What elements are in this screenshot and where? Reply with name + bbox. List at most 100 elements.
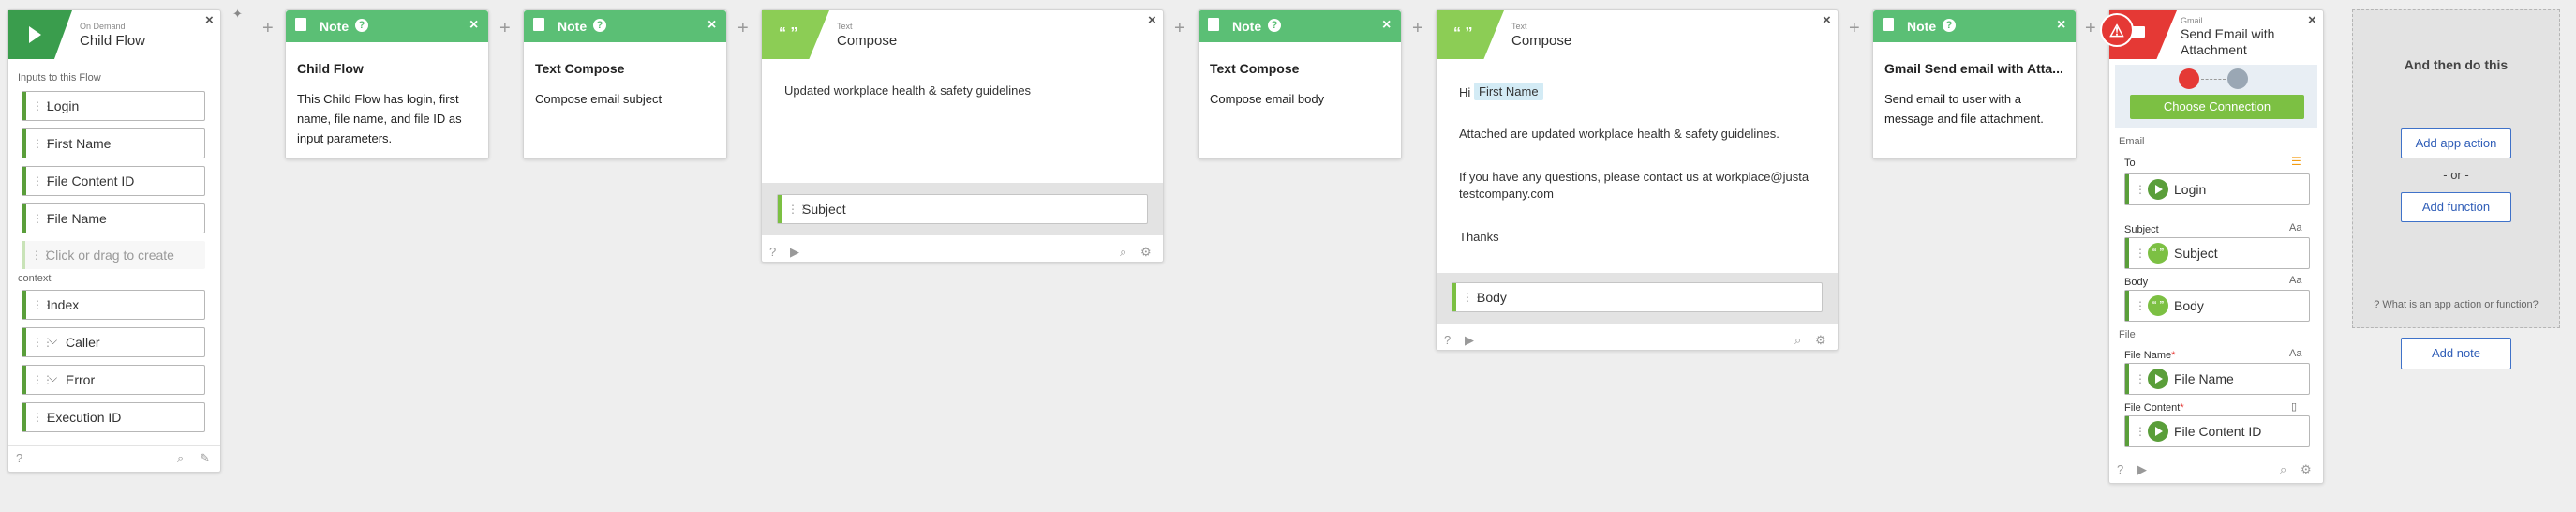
subject-field[interactable]: ⋮⋮ “ ” Subject xyxy=(2124,237,2310,269)
add-app-action-button[interactable]: Add app action xyxy=(2401,128,2511,158)
help-icon[interactable]: ? xyxy=(1268,19,1281,32)
drag-handle-icon[interactable]: ⋮⋮ xyxy=(32,337,53,348)
trigger-card: On Demand Child Flow × Inputs to this Fl… xyxy=(7,9,221,473)
app-name: Gmail xyxy=(2181,16,2203,25)
compose-text[interactable]: Updated workplace health & safety guidel… xyxy=(784,83,1031,98)
close-icon[interactable]: × xyxy=(1823,12,1831,28)
note-icon xyxy=(1883,18,1894,31)
body-field[interactable]: ⋮⋮ “ ” Body xyxy=(2124,290,2310,322)
trigger-token-icon xyxy=(2148,421,2168,442)
file-content-field[interactable]: ⋮⋮ File Content ID xyxy=(2124,415,2310,447)
drag-handle-icon[interactable]: ⋮⋮ xyxy=(32,412,53,423)
play-icon[interactable]: ▶ xyxy=(1465,333,1474,348)
drag-handle-icon[interactable]: ⋮⋮ xyxy=(2135,300,2156,311)
next-step-panel: And then do this Add app action - or - A… xyxy=(2352,9,2560,328)
file-name-field[interactable]: ⋮⋮ File Name xyxy=(2124,363,2310,395)
drag-handle-icon[interactable]: ⋮⋮ xyxy=(787,203,809,215)
add-step-icon[interactable]: + xyxy=(499,19,511,38)
drag-handle-icon[interactable]: ⋮⋮ xyxy=(1462,292,1483,303)
note-icon xyxy=(533,18,544,31)
trigger-type: On Demand xyxy=(80,22,126,31)
help-icon[interactable]: ? xyxy=(769,245,776,259)
drag-handle-icon[interactable]: ⋮⋮ xyxy=(2135,373,2156,384)
close-icon[interactable]: × xyxy=(1148,12,1156,28)
create-input-placeholder[interactable]: ⋮⋮ Click or drag to create xyxy=(22,241,205,269)
compose-header-icon: “ ” xyxy=(762,10,829,59)
help-link[interactable]: ? What is an app action or function? xyxy=(2353,299,2559,310)
close-icon[interactable]: × xyxy=(1382,17,1391,34)
close-icon[interactable]: × xyxy=(205,12,214,28)
add-step-icon[interactable]: + xyxy=(737,19,749,38)
drag-handle-icon[interactable]: ⋮⋮ xyxy=(2135,248,2156,259)
search-icon[interactable]: ⌕ xyxy=(1120,245,1126,260)
add-step-icon[interactable]: + xyxy=(262,19,274,38)
text-type-icon[interactable]: Aa xyxy=(2289,222,2301,233)
compose-title: Compose xyxy=(1511,33,1572,49)
gear-icon[interactable]: ⚙ xyxy=(2301,462,2312,477)
subject-label: Subject xyxy=(2124,224,2159,235)
drag-handle-icon[interactable]: ⋮⋮ xyxy=(31,249,52,261)
play-icon[interactable]: ▶ xyxy=(2137,462,2147,477)
drag-handle-icon[interactable]: ⋮⋮ xyxy=(2135,184,2156,195)
compose-title: Compose xyxy=(837,33,898,49)
drag-handle-icon[interactable]: ⋮⋮ xyxy=(32,213,53,224)
chevron-down-icon[interactable]: ⌵ xyxy=(49,334,57,348)
drag-handle-icon[interactable]: ⋮⋮ xyxy=(32,175,53,187)
note-card-gmail: Note ? × Gmail Send email with Atta... S… xyxy=(1872,9,2077,159)
add-function-button[interactable]: Add function xyxy=(2401,192,2511,222)
note-body: Send email to user with a message and fi… xyxy=(1884,92,2044,126)
input-file-name[interactable]: ⋮⋮ File Name xyxy=(22,203,205,233)
file-type-icon[interactable]: ▯ xyxy=(2291,400,2297,413)
help-icon[interactable]: ? xyxy=(2117,462,2123,476)
help-icon[interactable]: ? xyxy=(355,19,368,32)
close-icon[interactable]: × xyxy=(707,17,716,34)
input-login[interactable]: ⋮⋮ Login xyxy=(22,91,205,121)
close-icon[interactable]: × xyxy=(2308,12,2316,28)
choose-connection-button[interactable]: Choose Connection xyxy=(2130,95,2304,119)
search-icon[interactable]: ⌕ xyxy=(2280,462,2286,477)
gmail-app-icon xyxy=(2179,68,2199,89)
search-icon[interactable]: ⌕ xyxy=(1794,333,1801,348)
first-name-token[interactable]: First Name xyxy=(1474,83,1543,100)
note-body: Compose email body xyxy=(1210,92,1325,106)
help-icon[interactable]: ? xyxy=(593,19,606,32)
add-step-icon[interactable]: + xyxy=(2085,19,2096,38)
gear-icon[interactable]: ⚙ xyxy=(1815,333,1826,348)
search-icon[interactable]: ⌕ xyxy=(177,451,184,466)
context-error[interactable]: ⋮⋮ ⌵ Error xyxy=(22,365,205,395)
play-icon[interactable]: ▶ xyxy=(790,245,799,260)
help-icon[interactable]: ? xyxy=(16,451,22,465)
drag-handle-icon[interactable]: ⋮⋮ xyxy=(32,100,53,112)
compose-type: Text xyxy=(1511,22,1527,31)
drag-handle-icon[interactable]: ⋮⋮ xyxy=(32,138,53,149)
context-index[interactable]: ⋮⋮ Index xyxy=(22,290,205,320)
drag-handle-icon[interactable]: ⋮⋮ xyxy=(2135,426,2156,437)
context-execution-id[interactable]: ⋮⋮ Execution ID xyxy=(22,402,205,432)
close-icon[interactable]: × xyxy=(469,17,478,34)
output-subject[interactable]: ⋮⋮ Subject xyxy=(777,194,1148,224)
note-title: Gmail Send email with Atta... xyxy=(1884,61,2063,76)
help-icon[interactable]: ? xyxy=(1943,19,1956,32)
input-file-content-id[interactable]: ⋮⋮ File Content ID xyxy=(22,166,205,196)
add-step-icon[interactable]: + xyxy=(1174,19,1185,38)
help-icon[interactable]: ? xyxy=(1444,333,1451,347)
list-icon[interactable]: ☰ xyxy=(2291,155,2301,168)
context-caller[interactable]: ⋮⋮ ⌵ Caller xyxy=(22,327,205,357)
close-icon[interactable]: × xyxy=(2057,17,2065,34)
add-note-button[interactable]: Add note xyxy=(2401,338,2511,369)
to-field[interactable]: ⋮⋮ Login xyxy=(2124,173,2310,205)
add-step-icon[interactable]: + xyxy=(1849,19,1860,38)
chevron-down-icon[interactable]: ⌵ xyxy=(49,371,57,385)
warning-icon[interactable]: ⚠ xyxy=(2100,13,2134,47)
text-type-icon[interactable]: Aa xyxy=(2289,348,2301,359)
input-first-name[interactable]: ⋮⋮ First Name xyxy=(22,128,205,158)
text-type-icon[interactable]: Aa xyxy=(2289,275,2301,286)
pin-icon[interactable]: ✦ xyxy=(232,7,243,22)
drag-handle-icon[interactable]: ⋮⋮ xyxy=(32,374,53,385)
gear-icon[interactable]: ⚙ xyxy=(1140,245,1152,260)
body-line2a: If you have any questions, please contac… xyxy=(1459,170,1809,184)
edit-icon[interactable]: ✎ xyxy=(200,451,210,466)
drag-handle-icon[interactable]: ⋮⋮ xyxy=(32,299,53,310)
output-body[interactable]: ⋮⋮ Body xyxy=(1452,282,1823,312)
add-step-icon[interactable]: + xyxy=(1412,19,1423,38)
